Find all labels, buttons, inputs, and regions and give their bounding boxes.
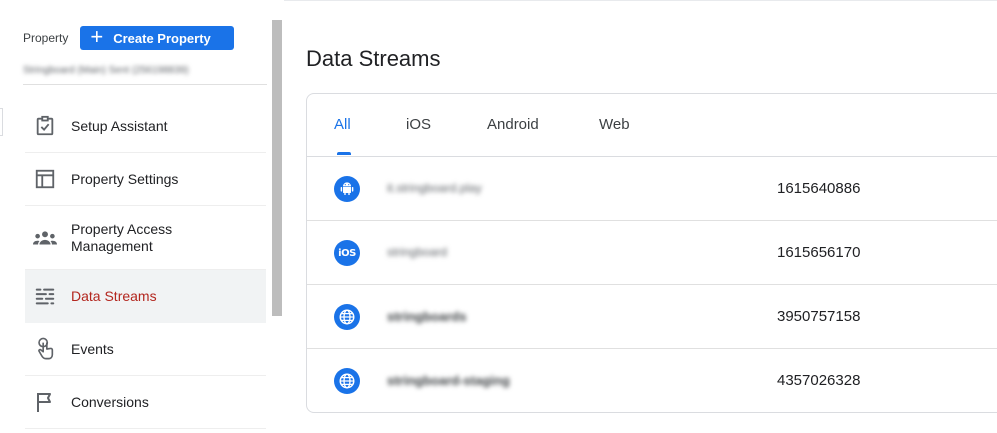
stream-id: 1615656170 — [777, 244, 861, 261]
property-name[interactable]: Stringboard (Main) Sent (256198839) — [23, 65, 189, 76]
globe-icon — [334, 304, 360, 330]
plus-icon: + — [90, 24, 104, 49]
nav-label: Events — [71, 340, 114, 357]
nav-scrollbar[interactable] — [272, 20, 282, 316]
people-icon — [33, 226, 57, 250]
page-title: Data Streams — [306, 46, 441, 71]
nav-item-setup-assistant[interactable]: Setup Assistant — [25, 100, 266, 153]
nav-label: Conversions — [71, 393, 149, 410]
android-icon — [334, 176, 360, 202]
layout-icon — [33, 167, 57, 191]
data-streams-card: All iOS Android Web it.stringboard.play … — [306, 93, 997, 413]
streams-icon — [33, 284, 57, 308]
flag-icon — [33, 390, 57, 414]
nav-item-property-access-management[interactable]: Property Access Management — [25, 206, 266, 270]
property-header: Property + Create Property — [23, 24, 235, 50]
stream-id: 1615640886 — [777, 180, 861, 197]
divider — [23, 84, 267, 85]
property-panel: Property + Create Property Stringboard (… — [0, 0, 284, 433]
tab-ios[interactable]: iOS — [406, 116, 431, 133]
stream-row[interactable]: stringboard-staging 4357026328 — [307, 349, 997, 412]
touch-icon — [33, 337, 57, 361]
stream-id: 4357026328 — [777, 372, 861, 389]
create-property-label: Create Property — [113, 30, 211, 46]
stream-name: it.stringboard.play — [387, 181, 482, 195]
nav-item-property-settings[interactable]: Property Settings — [25, 153, 266, 206]
tab-web[interactable]: Web — [599, 116, 630, 133]
tab-all[interactable]: All — [334, 116, 351, 133]
ios-icon: iOS — [334, 240, 360, 266]
stream-id: 3950757158 — [777, 308, 861, 325]
stream-name: stringboard-staging — [387, 373, 510, 388]
stream-name: stringboard — [387, 245, 448, 259]
panel-edge-handle[interactable] — [0, 108, 3, 136]
property-label: Property — [23, 31, 69, 45]
active-tab-indicator — [337, 152, 351, 155]
stream-name: stringboards — [387, 309, 467, 324]
property-nav: Setup Assistant Property Settings Proper… — [25, 100, 266, 429]
stream-row[interactable]: stringboards 3950757158 — [307, 285, 997, 349]
globe-icon — [334, 368, 360, 394]
stream-row[interactable]: it.stringboard.play 1615640886 — [307, 157, 997, 221]
nav-item-events[interactable]: Events — [25, 323, 266, 376]
checklist-icon — [33, 114, 57, 138]
nav-label: Setup Assistant — [71, 117, 168, 134]
nav-item-conversions[interactable]: Conversions — [25, 376, 266, 429]
nav-label: Property Access Management — [71, 220, 173, 254]
nav-label: Property Settings — [71, 170, 179, 187]
create-property-button[interactable]: + Create Property — [80, 24, 235, 50]
nav-label: Data Streams — [71, 287, 157, 304]
nav-item-data-streams[interactable]: Data Streams — [25, 270, 266, 323]
tab-android[interactable]: Android — [487, 116, 539, 133]
stream-row[interactable]: iOS stringboard 1615656170 — [307, 221, 997, 285]
stream-type-tabs: All iOS Android Web — [307, 94, 997, 157]
